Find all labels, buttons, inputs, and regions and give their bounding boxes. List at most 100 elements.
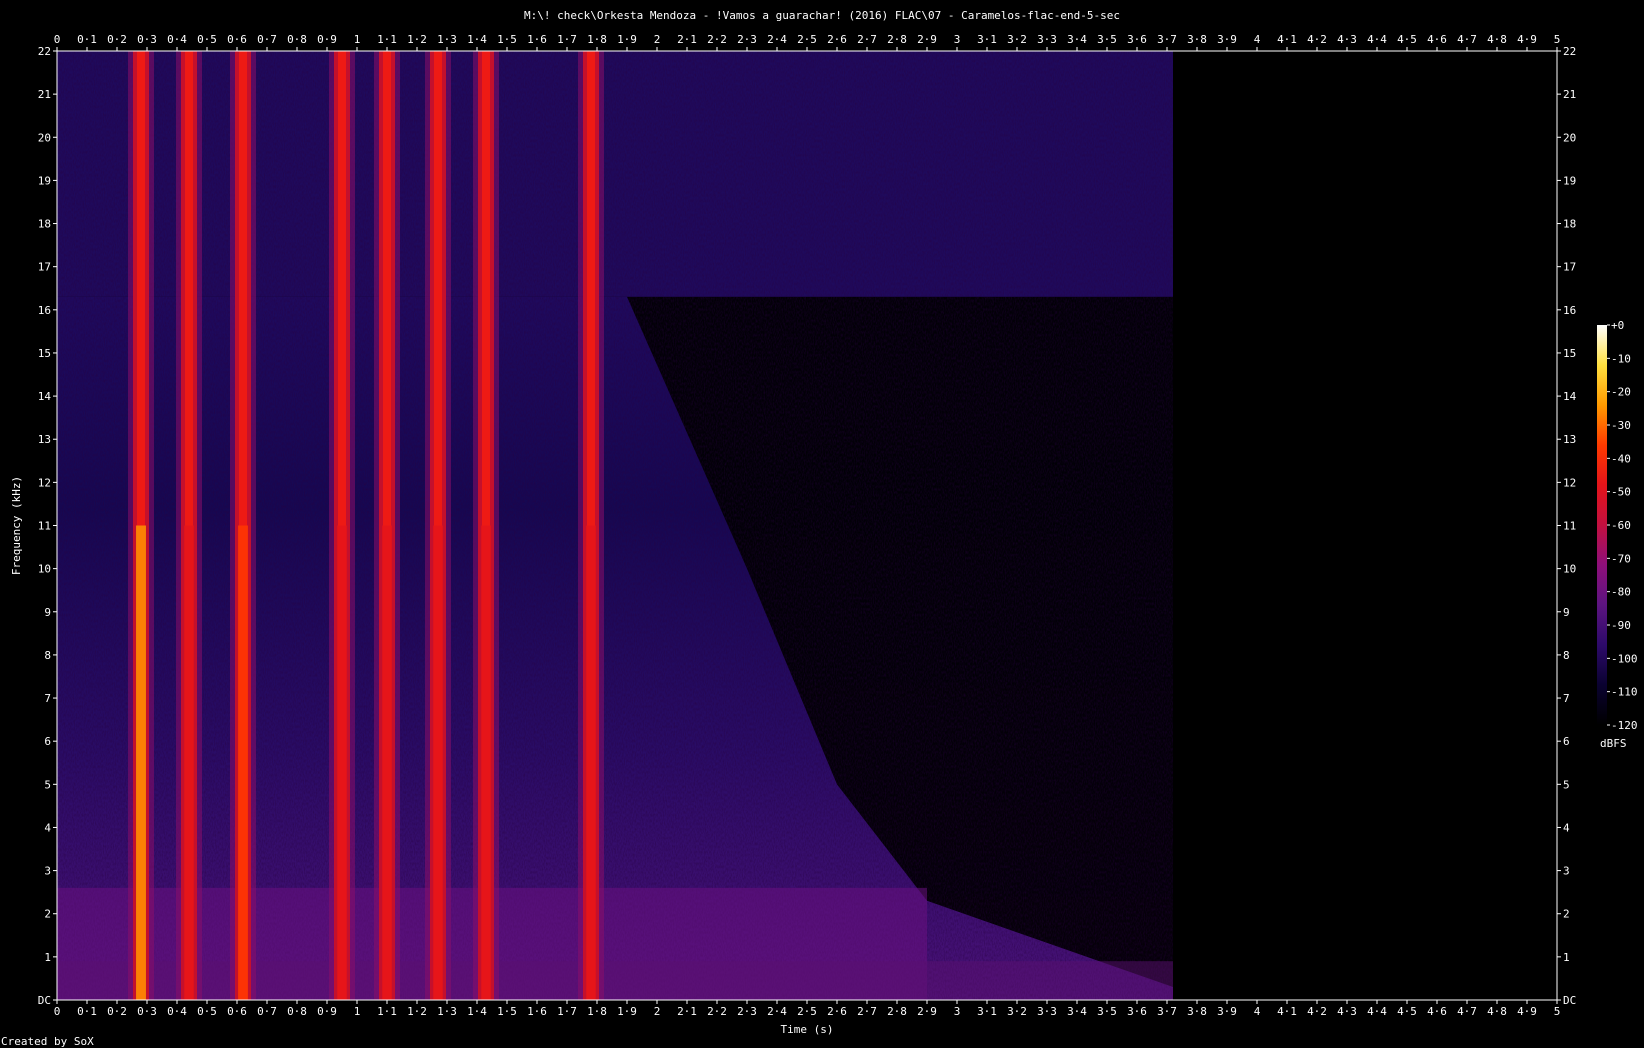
y-tick-label-right: 2 bbox=[1563, 908, 1570, 921]
x-tick-label-bottom: 4·9 bbox=[1517, 1005, 1537, 1018]
x-tick-label-top: 5 bbox=[1554, 33, 1561, 46]
colorbar-unit-label: dBFS bbox=[1600, 737, 1627, 750]
x-tick-label-top: 0·3 bbox=[137, 33, 157, 46]
y-tick-label-right: 5 bbox=[1563, 778, 1570, 791]
x-tick-label-top: 3·7 bbox=[1157, 33, 1177, 46]
transient-1 bbox=[176, 51, 202, 1000]
y-tick-label-right: 17 bbox=[1563, 261, 1576, 274]
transient-0 bbox=[128, 51, 154, 1000]
spectrogram-chart: 0 0 0·1 0·1 0·2 0·2 0·3 0·3 0·4 0·4 0·5 0·5 0·6 0·6 0·… bbox=[10, 33, 1638, 1036]
x-tick-label-top: 4·1 bbox=[1277, 33, 1297, 46]
x-tick-label-top: 0·5 bbox=[197, 33, 217, 46]
x-tick-label-bottom: 0·1 bbox=[77, 1005, 97, 1018]
x-tick-label-top: 4·6 bbox=[1427, 33, 1447, 46]
x-tick-label-bottom: 4·5 bbox=[1397, 1005, 1417, 1018]
x-tick-label-bottom: 2·9 bbox=[917, 1005, 937, 1018]
x-tick-label-bottom: 3·6 bbox=[1127, 1005, 1147, 1018]
sox-credit: Created by SoX bbox=[1, 1035, 94, 1048]
y-tick-label-right: 13 bbox=[1563, 433, 1576, 446]
y-tick-label-left: 6 bbox=[44, 735, 51, 748]
y-tick-label-right: 18 bbox=[1563, 218, 1576, 231]
x-tick-label-bottom: 4·3 bbox=[1337, 1005, 1357, 1018]
x-tick-label-top: 0·9 bbox=[317, 33, 337, 46]
transient-4 bbox=[374, 51, 400, 1000]
y-tick-label-right: 21 bbox=[1563, 88, 1576, 101]
y-tick-label-left: 11 bbox=[38, 520, 51, 533]
x-tick-label-bottom: 1·4 bbox=[467, 1005, 487, 1018]
x-tick-label-top: 2·6 bbox=[827, 33, 847, 46]
x-tick-label-top: 1·7 bbox=[557, 33, 577, 46]
x-tick-label-bottom: 4·8 bbox=[1487, 1005, 1507, 1018]
y-tick-label-right: 8 bbox=[1563, 649, 1570, 662]
y-tick-label-right: 14 bbox=[1563, 390, 1577, 403]
x-tick-label-bottom: 4·7 bbox=[1457, 1005, 1477, 1018]
x-tick-label-bottom: 0·5 bbox=[197, 1005, 217, 1018]
y-tick-label-left: 16 bbox=[38, 304, 51, 317]
colorbar-tick-label: -50 bbox=[1611, 486, 1631, 499]
x-tick-label-bottom: 0·4 bbox=[167, 1005, 187, 1018]
x-tick-label-top: 3·8 bbox=[1187, 33, 1207, 46]
colorbar-tick-label: -120 bbox=[1611, 719, 1638, 732]
colorbar: +0 -10 -20 -30 -40 -50 -60 -70 -80 -90 -100 -110 -12… bbox=[1597, 319, 1638, 732]
x-tick-label-top: 1·3 bbox=[437, 33, 457, 46]
x-tick-label-bottom: 2·7 bbox=[857, 1005, 877, 1018]
x-tick-label-bottom: 1 bbox=[354, 1005, 361, 1018]
x-tick-label-bottom: 3·7 bbox=[1157, 1005, 1177, 1018]
y-tick-label-left: 15 bbox=[38, 347, 51, 360]
transient-5 bbox=[425, 51, 451, 1000]
y-tick-label-left: 3 bbox=[44, 865, 51, 878]
x-tick-label-top: 3·5 bbox=[1097, 33, 1117, 46]
x-tick-label-bottom: 0·7 bbox=[257, 1005, 277, 1018]
x-tick-label-top: 4·3 bbox=[1337, 33, 1357, 46]
y-tick-label-right: 20 bbox=[1563, 131, 1576, 144]
y-tick-label-right: 22 bbox=[1563, 45, 1576, 58]
x-tick-label-top: 3·4 bbox=[1067, 33, 1087, 46]
y-tick-label-right: 1 bbox=[1563, 951, 1570, 964]
y-tick-label-left: DC bbox=[38, 994, 51, 1007]
colorbar-tick-label: -20 bbox=[1611, 386, 1631, 399]
x-tick-label-top: 4·7 bbox=[1457, 33, 1477, 46]
x-tick-label-top: 2·9 bbox=[917, 33, 937, 46]
x-tick-label-bottom: 1·7 bbox=[557, 1005, 577, 1018]
x-tick-label-top: 0·6 bbox=[227, 33, 247, 46]
x-tick-label-top: 1·1 bbox=[377, 33, 397, 46]
y-tick-label-left: 2 bbox=[44, 908, 51, 921]
y-tick-label-left: 8 bbox=[44, 649, 51, 662]
y-tick-label-right: 7 bbox=[1563, 692, 1570, 705]
x-tick-label-top: 2·7 bbox=[857, 33, 877, 46]
y-tick-label-right: 4 bbox=[1563, 821, 1570, 834]
colorbar-tick-label: -100 bbox=[1611, 652, 1638, 665]
x-tick-label-top: 2·8 bbox=[887, 33, 907, 46]
x-tick-label-bottom: 0·6 bbox=[227, 1005, 247, 1018]
x-tick-label-top: 2·5 bbox=[797, 33, 817, 46]
x-tick-label-top: 0·8 bbox=[287, 33, 307, 46]
colorbar-tick-label: -90 bbox=[1611, 619, 1631, 632]
colorbar-tick-label: +0 bbox=[1611, 319, 1624, 332]
colorbar-tick-label: -40 bbox=[1611, 452, 1631, 465]
x-tick-label-top: 1·2 bbox=[407, 33, 427, 46]
x-tick-label-bottom: 2 bbox=[654, 1005, 661, 1018]
y-tick-label-left: 17 bbox=[38, 261, 51, 274]
x-tick-label-bottom: 2·6 bbox=[827, 1005, 847, 1018]
x-tick-label-top: 1·5 bbox=[497, 33, 517, 46]
colorbar-tick-label: -80 bbox=[1611, 586, 1631, 599]
transient-3 bbox=[329, 51, 355, 1000]
x-tick-label-bottom: 1·1 bbox=[377, 1005, 397, 1018]
x-tick-label-top: 0·2 bbox=[107, 33, 127, 46]
x-tick-label-top: 4·9 bbox=[1517, 33, 1537, 46]
transient-6 bbox=[473, 51, 499, 1000]
x-tick-label-bottom: 3·3 bbox=[1037, 1005, 1057, 1018]
y-tick-label-left: 1 bbox=[44, 951, 51, 964]
noise-grain bbox=[57, 51, 1173, 1000]
y-tick-label-left: 7 bbox=[44, 692, 51, 705]
y-tick-label-right: 11 bbox=[1563, 520, 1576, 533]
y-tick-label-left: 12 bbox=[38, 476, 51, 489]
x-tick-label-top: 4·5 bbox=[1397, 33, 1417, 46]
y-tick-label-right: 6 bbox=[1563, 735, 1570, 748]
y-tick-label-right: 3 bbox=[1563, 865, 1570, 878]
y-tick-label-left: 20 bbox=[38, 131, 51, 144]
x-tick-label-top: 4·4 bbox=[1367, 33, 1387, 46]
x-tick-label-bottom: 2·1 bbox=[677, 1005, 697, 1018]
x-tick-label-bottom: 3·4 bbox=[1067, 1005, 1087, 1018]
x-tick-label-bottom: 3·9 bbox=[1217, 1005, 1237, 1018]
